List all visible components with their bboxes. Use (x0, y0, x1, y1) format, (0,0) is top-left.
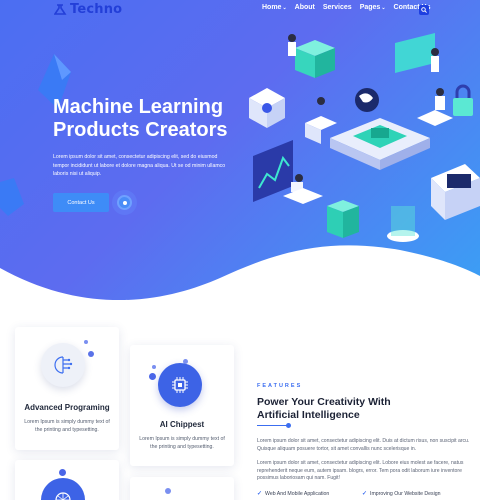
card-title: Advanced Programing (24, 403, 110, 412)
hero-section: Techno Home ⌄ About Services Pages ⌄ Con… (0, 0, 480, 300)
nav-item-home[interactable]: Home ⌄ (262, 4, 287, 11)
checklist-item-label: Web And Mobile Application (265, 490, 330, 497)
features-title-line2: Artificial Intelligence (257, 408, 360, 421)
nav-item-label: Home (262, 4, 282, 11)
chevron-down-icon: ⌄ (282, 4, 287, 11)
chip-icon (172, 377, 188, 393)
flask-logo-icon (54, 4, 67, 15)
checklist-item: ✓ Improving Our Website Design (362, 490, 441, 498)
decorative-dot (149, 373, 156, 380)
brand-name: Techno (70, 2, 123, 17)
search-button[interactable] (419, 5, 429, 15)
features-paragraph-2: Lorem ipsum dolor sit amet, consectetur … (257, 460, 464, 482)
features-title-line1: Power Your Creativity With (257, 396, 391, 408)
features-paragraph-1: Lorem ipsum dolor sit amet, consectetur … (257, 438, 470, 452)
feature-card-ai-chippest[interactable]: AI Chippest Lorem Ipsum is simply dummy … (130, 345, 234, 466)
decorative-dot (88, 351, 94, 357)
brain-circuit-icon (54, 356, 73, 374)
decorative-cube-shape-small (0, 178, 24, 216)
hero-description: Lorem ipsum dolor sit amet, consectetur … (53, 154, 226, 177)
contact-us-button[interactable]: Contact Us (53, 193, 109, 212)
decorative-dot (165, 488, 171, 494)
card-title: AI Chippest (159, 420, 205, 429)
brand-logo[interactable]: Techno (54, 2, 122, 17)
nav-item-services[interactable]: Services (323, 4, 352, 11)
play-video-button[interactable] (112, 190, 137, 215)
feature-card-advanced-programing[interactable]: Advanced Programing Lorem Ipsum is simpl… (15, 327, 119, 450)
features-label: FEATURES (257, 383, 303, 389)
checklist-item-label: Improving Our Website Design (370, 490, 441, 497)
feature-card-partial[interactable] (130, 477, 234, 500)
nav-item-label: Services (322, 4, 352, 11)
decorative-dot (152, 365, 156, 369)
decorative-dot (84, 340, 88, 344)
decorative-dot (183, 359, 188, 364)
icon-wrapper (158, 363, 202, 407)
hero-title: Machine Learning Products Creators (53, 96, 283, 142)
hero-title-line2: Products Creators (53, 119, 228, 141)
hero-title-line1: Machine Learning (53, 96, 224, 118)
title-underline-dot (286, 423, 291, 428)
search-icon (421, 7, 427, 13)
icon-wrapper (41, 478, 85, 500)
icon-wrapper (41, 343, 85, 387)
nav-item-label: Pages (359, 4, 381, 11)
nav-item-about[interactable]: About (295, 4, 315, 11)
card-text: Lorem Ipsum is simply dummy text of the … (24, 419, 110, 433)
decorative-dot (59, 469, 66, 476)
card-text: Lorem Ipsum is simply dummy text of the … (139, 436, 225, 450)
features-title: Power Your Creativity With Artificial In… (257, 396, 447, 421)
chevron-down-icon: ⌄ (381, 4, 386, 11)
check-icon: ✓ (362, 491, 368, 497)
nav-item-pages[interactable]: Pages ⌄ (360, 4, 386, 11)
check-icon: ✓ (257, 491, 263, 497)
title-underline (257, 425, 289, 426)
nav-item-label: About (294, 4, 315, 11)
play-icon (117, 195, 132, 210)
feature-card-network[interactable] (15, 460, 119, 500)
checklist-item: ✓ Web And Mobile Application (257, 490, 330, 498)
globe-network-icon (55, 492, 71, 500)
main-nav: Home ⌄ About Services Pages ⌄ Contact Us (262, 4, 438, 11)
